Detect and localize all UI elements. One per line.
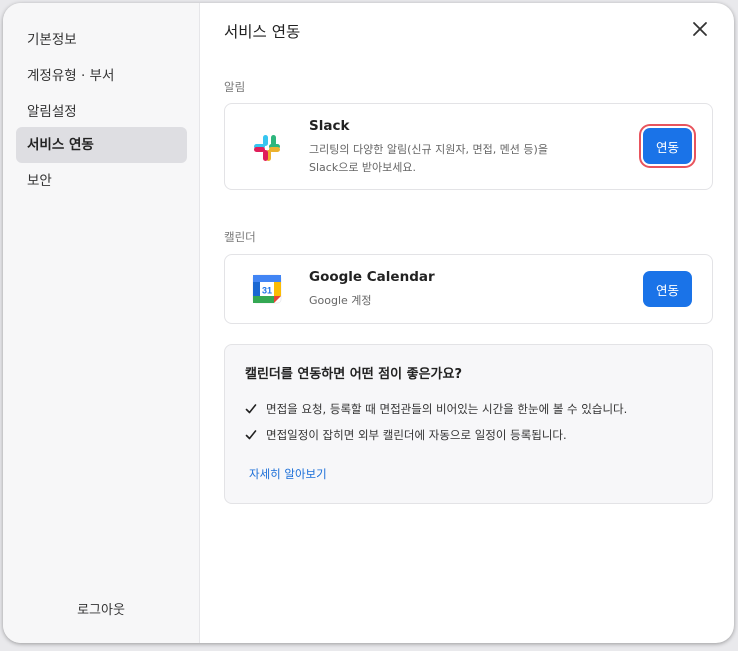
sidebar: 기본정보 계정유형 · 부서 알림설정 서비스 연동 보안 로그아웃 — [3, 3, 200, 643]
slack-description-line2: Slack으로 받아보세요. — [309, 161, 417, 174]
slack-description-line1: 그리팅의 다양한 알림(신규 지원자, 면접, 멘션 등)을 — [309, 143, 548, 156]
slack-icon — [254, 135, 280, 161]
settings-modal: 기본정보 계정유형 · 부서 알림설정 서비스 연동 보안 로그아웃 서비스 연… — [3, 3, 734, 643]
learn-more-link[interactable]: 자세히 알아보기 — [249, 466, 327, 482]
section-label-notifications: 알림 — [224, 80, 246, 94]
benefits-title: 캘린더를 연동하면 어떤 점이 좋은가요? — [245, 367, 463, 382]
check-icon — [245, 404, 257, 414]
google-calendar-description: Google 계정 — [309, 294, 372, 307]
benefit-item: 면접일정이 잡히면 외부 캘린더에 자동으로 일정이 등록됩니다. — [245, 427, 567, 443]
benefit-text: 면접일정이 잡히면 외부 캘린더에 자동으로 일정이 등록됩니다. — [266, 428, 567, 442]
calendar-day-number: 31 — [262, 286, 272, 296]
sidebar-item-basic-info[interactable]: 기본정보 — [16, 22, 187, 58]
main-panel: 서비스 연동 알림 Slack 그리팅의 다양한 알림(신규 지원자, 면접, … — [200, 3, 734, 643]
google-calendar-icon: 31 — [252, 274, 282, 304]
sidebar-item-security[interactable]: 보안 — [16, 163, 187, 199]
google-calendar-title: Google Calendar — [309, 269, 435, 285]
calendar-benefits-box: 캘린더를 연동하면 어떤 점이 좋은가요? 면접을 요청, 등록할 때 면접관들… — [224, 344, 713, 504]
google-calendar-connect-button[interactable]: 연동 — [643, 271, 692, 307]
benefit-item: 면접을 요청, 등록할 때 면접관들의 비어있는 시간을 한눈에 볼 수 있습니… — [245, 401, 627, 417]
slack-title: Slack — [309, 118, 350, 134]
sidebar-item-notification-settings[interactable]: 알림설정 — [16, 94, 187, 130]
slack-card: Slack 그리팅의 다양한 알림(신규 지원자, 면접, 멘션 등)을 Sla… — [224, 103, 713, 190]
sidebar-item-account-type[interactable]: 계정유형 · 부서 — [16, 58, 187, 94]
logout-button[interactable]: 로그아웃 — [3, 599, 199, 618]
google-calendar-card: 31 Google Calendar Google 계정 연동 — [224, 254, 713, 324]
section-label-calendar: 캘린더 — [224, 230, 256, 244]
check-icon — [245, 430, 257, 440]
sidebar-item-service-integration[interactable]: 서비스 연동 — [16, 127, 187, 163]
benefit-text: 면접을 요청, 등록할 때 면접관들의 비어있는 시간을 한눈에 볼 수 있습니… — [266, 402, 628, 416]
slack-connect-button[interactable]: 연동 — [643, 128, 692, 164]
page-title: 서비스 연동 — [224, 23, 301, 41]
slack-description: 그리팅의 다양한 알림(신규 지원자, 면접, 멘션 등)을 Slack으로 받… — [309, 141, 548, 177]
close-icon[interactable] — [690, 19, 710, 39]
